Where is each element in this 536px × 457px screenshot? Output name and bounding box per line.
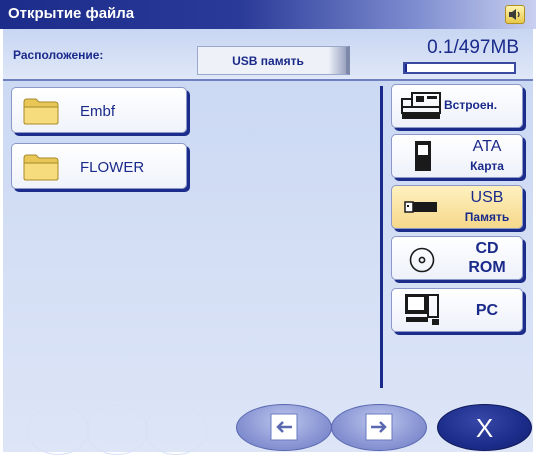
disabled-button-slot bbox=[86, 405, 148, 455]
file-browser-panel: Embf FLOWER Встроен. ATA Карта USB Памят… bbox=[3, 81, 533, 455]
device-label: PC bbox=[475, 302, 499, 319]
cd-rom-icon bbox=[409, 247, 435, 273]
disabled-button-slot bbox=[145, 405, 207, 455]
arrow-left-icon bbox=[270, 413, 298, 441]
folder-icon bbox=[23, 154, 59, 181]
pc-icon bbox=[405, 294, 439, 325]
memory-usage-bar bbox=[403, 62, 516, 74]
location-label: Расположение: bbox=[13, 48, 104, 62]
device-label-line1: USB bbox=[470, 189, 504, 206]
close-label: X bbox=[475, 413, 494, 443]
arrow-right-icon bbox=[365, 413, 393, 441]
location-field: USB память bbox=[197, 46, 350, 75]
device-label-line2: Карта bbox=[470, 159, 504, 173]
device-label-line2: ROM bbox=[468, 259, 506, 276]
memory-usage-fill bbox=[405, 64, 407, 72]
memory-usage-text: 0.1/497MB bbox=[427, 37, 519, 58]
panel-divider bbox=[380, 86, 383, 388]
ata-card-icon bbox=[415, 141, 431, 171]
device-label-line1: ATA bbox=[472, 138, 502, 155]
location-bar: Расположение: USB память 0.1/497MB bbox=[3, 29, 533, 81]
device-ata-button[interactable]: ATA Карта bbox=[391, 134, 523, 178]
device-builtin-button[interactable]: Встроен. bbox=[391, 84, 523, 128]
device-cd-button[interactable]: CD ROM bbox=[391, 236, 523, 280]
title-bar: Открытие файла bbox=[0, 0, 536, 29]
location-value: USB память bbox=[232, 54, 304, 68]
embroidery-machine-icon bbox=[401, 92, 441, 119]
speaker-icon bbox=[509, 9, 520, 20]
folder-name: Embf bbox=[80, 103, 116, 120]
usb-stick-icon bbox=[404, 201, 437, 213]
next-page-button[interactable] bbox=[331, 404, 427, 451]
folder-name: FLOWER bbox=[80, 159, 145, 176]
folder-item[interactable]: Embf bbox=[11, 87, 187, 133]
device-label-line2: Память bbox=[464, 210, 510, 224]
file-open-dialog: Открытие файла Расположение: USB память … bbox=[0, 0, 536, 457]
dialog-title: Открытие файла bbox=[8, 5, 135, 22]
disabled-button-slot bbox=[27, 405, 89, 455]
folder-icon bbox=[23, 98, 59, 125]
close-button[interactable]: X bbox=[437, 404, 532, 451]
folder-item[interactable]: FLOWER bbox=[11, 143, 187, 189]
device-usb-button[interactable]: USB Память bbox=[391, 185, 523, 229]
device-label-line1: CD bbox=[475, 240, 499, 257]
sound-button[interactable] bbox=[505, 5, 525, 24]
device-label: Встроен. bbox=[444, 98, 498, 112]
device-pc-button[interactable]: PC bbox=[391, 288, 523, 332]
previous-page-button[interactable] bbox=[236, 404, 332, 451]
